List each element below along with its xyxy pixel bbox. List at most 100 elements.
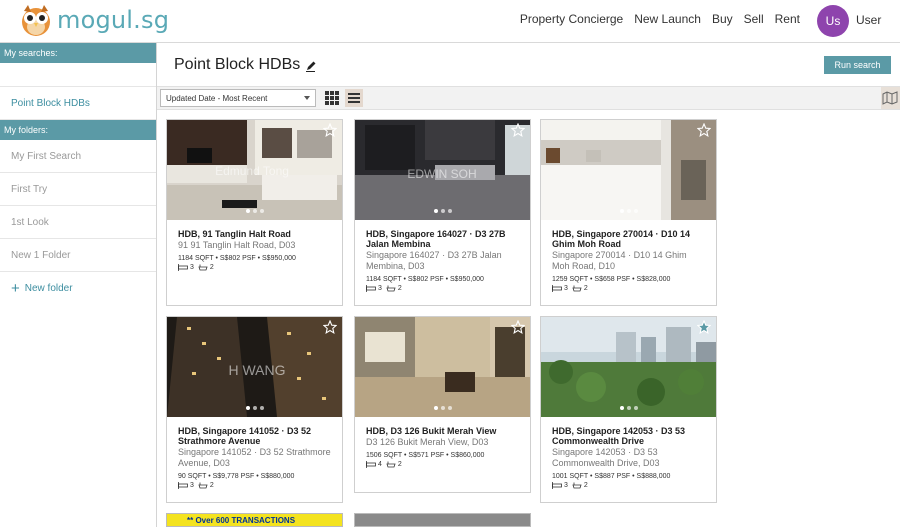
ad-banner-text: ** Over 600 TRANSACTIONS (187, 515, 296, 525)
map-view-icon[interactable] (881, 87, 900, 109)
sidebar-search-point-block[interactable]: Point Block HDBs (0, 87, 156, 120)
photo-watermark: EDWIN SOH (407, 167, 476, 181)
carousel-dot[interactable] (626, 209, 631, 213)
carousel-dot[interactable] (259, 209, 264, 213)
avatar[interactable]: Us (817, 5, 849, 37)
listing-title[interactable]: HDB, D3 126 Bukit Merah View (366, 426, 520, 436)
favorite-star-icon[interactable] (697, 320, 711, 334)
carousel-dots[interactable] (167, 209, 342, 213)
listing-card[interactable]: HDB, Singapore 142053 · D3 53 Commonweal… (540, 316, 717, 503)
grid-view-icon[interactable] (323, 89, 341, 107)
listing-photo[interactable]: Edmund Tong (167, 120, 342, 220)
listing-photo[interactable]: EDWIN SOH (355, 120, 530, 220)
carousel-dot[interactable] (252, 406, 257, 410)
listing-photo[interactable]: H WANG (167, 317, 342, 417)
sort-select[interactable]: Updated Date - Most Recent (160, 89, 316, 107)
listing-specs: 1506 SQFT • S$571 PSF • S$860,000 (366, 452, 485, 459)
listing-specs: 1259 SQFT • S$658 PSF • S$828,000 (552, 276, 671, 283)
plus-icon: + (11, 279, 20, 297)
nav-sell[interactable]: Sell (744, 12, 764, 26)
new-folder-button[interactable]: + New folder (0, 272, 156, 305)
listing-address: Singapore 270014 · D10 14 Ghim Moh Road,… (552, 250, 687, 271)
carousel-dot[interactable] (440, 209, 445, 213)
listing-card[interactable]: H WANG HDB, Singapore 141052 · D3 52 Str… (166, 316, 343, 503)
favorite-star-icon[interactable] (323, 123, 337, 137)
listing-title[interactable]: HDB, Singapore 164027 · D3 27B Jalan Mem… (366, 229, 520, 249)
favorite-star-icon[interactable] (323, 320, 337, 334)
nav-buy[interactable]: Buy (712, 12, 733, 26)
carousel-dots[interactable] (541, 209, 716, 213)
listing-card[interactable]: HDB, D3 126 Bukit Merah View D3 126 Buki… (354, 316, 531, 493)
listing-card-partial[interactable] (354, 513, 531, 527)
listing-title[interactable]: HDB, Singapore 142053 · D3 53 Commonweal… (552, 426, 706, 446)
carousel-dot[interactable] (433, 406, 438, 410)
bed-icon (552, 285, 562, 292)
listing-specs: 1001 SQFT • S$887 PSF • S$888,000 (552, 473, 671, 480)
pencil-icon[interactable] (305, 60, 317, 72)
sidebar-spacer (0, 63, 156, 87)
carousel-dots[interactable] (541, 406, 716, 410)
carousel-dots[interactable] (355, 406, 530, 410)
listing-specs: 1184 SQFT • S$802 PSF • S$950,000 (366, 276, 484, 283)
listing-rooms: 3 2 (178, 264, 332, 271)
listing-card[interactable]: Edmund Tong HDB, 91 Tanglin Halt Road 91… (166, 119, 343, 306)
carousel-dot[interactable] (626, 406, 631, 410)
listing-photo-image: EDWIN SOH (355, 120, 530, 220)
ad-banner[interactable]: ** Over 600 TRANSACTIONS (166, 513, 343, 527)
listing-rooms: 4 2 (366, 461, 520, 468)
run-search-button[interactable]: Run search (824, 56, 891, 74)
top-header: mogul.sg Property Concierge New Launch B… (0, 0, 900, 43)
listing-photo-image (541, 120, 716, 220)
favorite-star-icon[interactable] (511, 320, 525, 334)
favorite-star-icon[interactable] (511, 123, 525, 137)
sidebar-folder-first-try[interactable]: First Try (0, 173, 156, 206)
carousel-dot[interactable] (440, 406, 445, 410)
listing-photo[interactable] (541, 317, 716, 417)
list-view-icon[interactable] (345, 89, 363, 107)
carousel-dot[interactable] (433, 209, 438, 213)
carousel-dot[interactable] (619, 406, 624, 410)
logo[interactable]: mogul.sg (19, 3, 169, 37)
carousel-dots[interactable] (167, 406, 342, 410)
favorite-star-icon[interactable] (697, 123, 711, 137)
listing-rooms: 3 2 (366, 285, 520, 292)
photo-watermark: Edmund Tong (215, 164, 289, 178)
listing-photo[interactable] (541, 120, 716, 220)
listing-card[interactable]: HDB, Singapore 270014 · D10 14 Ghim Moh … (540, 119, 717, 306)
results-toolbar: Updated Date - Most Recent (157, 86, 900, 110)
listing-address: 91 91 Tanglin Halt Road, D03 (178, 240, 296, 250)
sidebar-folder-new-1-folder[interactable]: New 1 Folder (0, 239, 156, 272)
listing-title[interactable]: HDB, 91 Tanglin Halt Road (178, 229, 332, 239)
carousel-dot[interactable] (259, 406, 264, 410)
carousel-dot[interactable] (447, 209, 452, 213)
listing-photo-image: Edmund Tong (167, 120, 342, 220)
listing-card[interactable]: EDWIN SOH HDB, Singapore 164027 · D3 27B… (354, 119, 531, 306)
carousel-dot[interactable] (447, 406, 452, 410)
sort-value: Updated Date - Most Recent (166, 94, 268, 103)
carousel-dot[interactable] (245, 406, 250, 410)
user-menu[interactable]: User (856, 13, 881, 27)
nav-rent[interactable]: Rent (775, 12, 800, 26)
nav-property-concierge[interactable]: Property Concierge (520, 12, 623, 26)
listing-title[interactable]: HDB, Singapore 141052 · D3 52 Strathmore… (178, 426, 332, 446)
carousel-dot[interactable] (252, 209, 257, 213)
sidebar: My searches: Point Block HDBs My folders… (0, 43, 157, 527)
bed-icon (366, 461, 376, 468)
bed-count: 3 (564, 285, 568, 292)
listing-rooms: 3 2 (552, 482, 706, 489)
listing-title[interactable]: HDB, Singapore 270014 · D10 14 Ghim Moh … (552, 229, 706, 249)
listing-address: Singapore 141052 · D3 52 Strathmore Aven… (178, 447, 331, 468)
page-title: Point Block HDBs (174, 56, 301, 73)
carousel-dot[interactable] (633, 406, 638, 410)
carousel-dot[interactable] (245, 209, 250, 213)
bath-icon (572, 285, 582, 292)
sidebar-folder-my-first-search[interactable]: My First Search (0, 140, 156, 173)
carousel-dot[interactable] (619, 209, 624, 213)
listing-address: D3 126 Bukit Merah View, D03 (366, 437, 489, 447)
listing-photo[interactable] (355, 317, 530, 417)
nav-new-launch[interactable]: New Launch (634, 12, 701, 26)
carousel-dot[interactable] (633, 209, 638, 213)
bath-count: 2 (583, 482, 588, 489)
carousel-dots[interactable] (355, 209, 530, 213)
sidebar-folder-1st-look[interactable]: 1st Look (0, 206, 156, 239)
